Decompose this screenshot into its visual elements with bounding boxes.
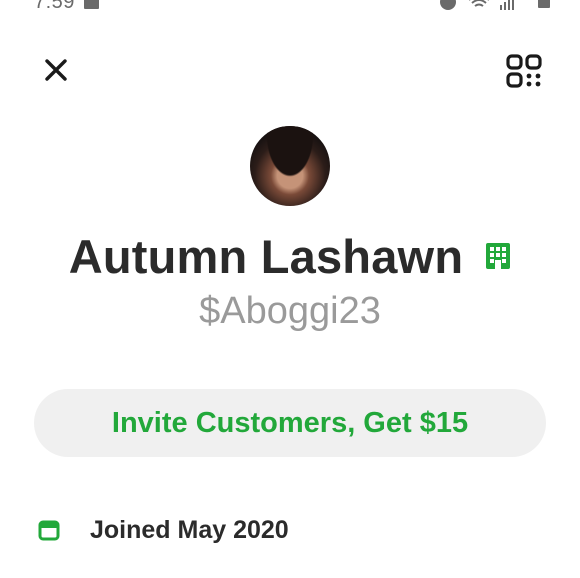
battery-icon [538,0,550,8]
calendar-icon [38,519,60,541]
cashtag: $Aboggi23 [199,290,381,332]
avatar-hair [250,126,330,206]
qr-code-icon [506,54,542,88]
close-button[interactable] [40,54,72,86]
signal-icon [500,0,516,10]
alarm-icon [440,0,456,10]
status-time: 7:59 [34,0,75,13]
notification-icon [84,0,99,9]
business-building-icon [485,242,511,270]
name-row: Autumn Lashawn [0,226,580,286]
wifi-icon [468,0,490,10]
avatar[interactable] [250,126,330,206]
invite-button-label: Invite Customers, Get $15 [111,406,469,439]
joined-date-text: Joined May 2020 [90,515,289,544]
joined-date-row: Joined May 2020 [38,512,289,548]
invite-customers-button[interactable]: Invite Customers, Get $15 [34,389,546,457]
qr-code-button[interactable] [504,52,544,90]
close-icon [45,59,67,81]
status-bar: 7:59 [0,0,580,16]
display-name: Autumn Lashawn [68,229,464,283]
